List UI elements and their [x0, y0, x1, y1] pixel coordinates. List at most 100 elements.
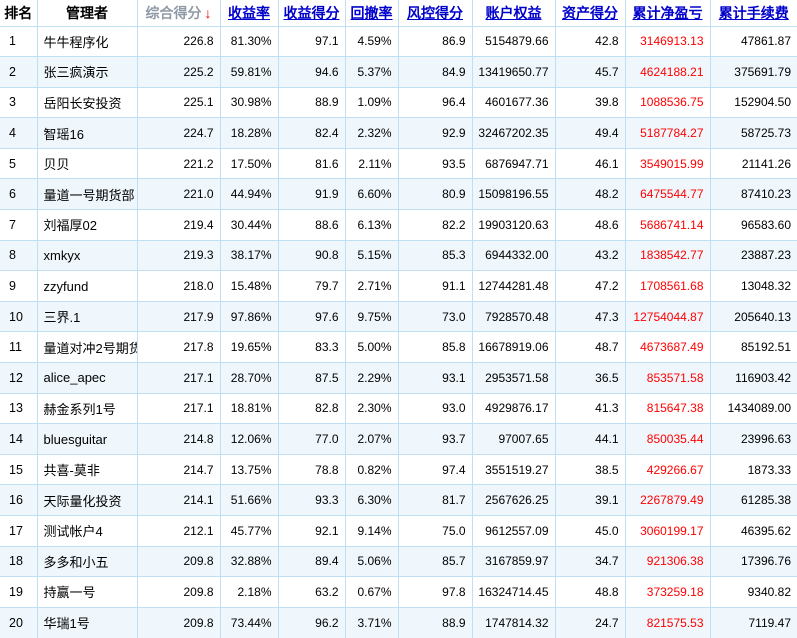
cell-score: 214.8: [137, 424, 220, 455]
table-row: 8xmkyx219.338.17%90.85.15%85.36944332.00…: [0, 240, 797, 271]
sort-descending-icon: ↓: [205, 5, 212, 21]
column-header-label: 综合得分: [146, 5, 202, 21]
cell-drawdown_rate: 6.13%: [345, 210, 398, 241]
cell-equity: 12744281.48: [472, 271, 555, 302]
cell-score: 226.8: [137, 26, 220, 57]
cell-return_score: 82.4: [278, 118, 345, 149]
cell-risk_score: 97.4: [398, 454, 472, 485]
cell-equity: 19903120.63: [472, 210, 555, 241]
cell-net_pnl: 4624188.21: [625, 57, 710, 88]
cell-risk_score: 91.1: [398, 271, 472, 302]
cell-risk_score: 97.8: [398, 577, 472, 608]
column-header-net_pnl[interactable]: 累计净盈亏: [625, 0, 710, 26]
cell-return_score: 77.0: [278, 424, 345, 455]
cell-manager: 测试帐户4: [37, 516, 137, 547]
cell-return_score: 78.8: [278, 454, 345, 485]
column-header-score[interactable]: 综合得分↓: [137, 0, 220, 26]
cell-risk_score: 85.3: [398, 240, 472, 271]
cell-asset_score: 45.7: [555, 57, 625, 88]
column-header-label: 回撤率: [351, 5, 393, 21]
column-header-rank: 排名: [0, 0, 37, 26]
cell-return_score: 87.5: [278, 363, 345, 394]
cell-net_pnl: 5686741.14: [625, 210, 710, 241]
cell-net_pnl: 12754044.87: [625, 301, 710, 332]
column-header-return_rate[interactable]: 收益率: [220, 0, 278, 26]
cell-rank: 5: [0, 148, 37, 179]
cell-fees: 375691.79: [710, 57, 797, 88]
cell-risk_score: 84.9: [398, 57, 472, 88]
cell-risk_score: 81.7: [398, 485, 472, 516]
column-header-label: 累计净盈亏: [633, 5, 703, 21]
column-header-label: 收益率: [228, 5, 270, 21]
cell-net_pnl: 815647.38: [625, 393, 710, 424]
table-row: 4智瑶16224.718.28%82.42.32%92.932467202.35…: [0, 118, 797, 149]
cell-asset_score: 47.3: [555, 301, 625, 332]
cell-rank: 8: [0, 240, 37, 271]
cell-asset_score: 44.1: [555, 424, 625, 455]
cell-return_rate: 28.70%: [220, 363, 278, 394]
cell-score: 214.1: [137, 485, 220, 516]
cell-score: 217.1: [137, 393, 220, 424]
cell-risk_score: 96.4: [398, 87, 472, 118]
cell-equity: 6944332.00: [472, 240, 555, 271]
cell-rank: 17: [0, 516, 37, 547]
cell-manager: 量道对冲2号期货: [37, 332, 137, 363]
cell-return_rate: 18.81%: [220, 393, 278, 424]
column-header-risk_score[interactable]: 风控得分: [398, 0, 472, 26]
cell-risk_score: 93.5: [398, 148, 472, 179]
cell-fees: 46395.62: [710, 516, 797, 547]
table-row: 5贝贝221.217.50%81.62.11%93.56876947.7146.…: [0, 148, 797, 179]
cell-fees: 205640.13: [710, 301, 797, 332]
cell-score: 225.1: [137, 87, 220, 118]
cell-fees: 17396.76: [710, 546, 797, 577]
cell-asset_score: 39.1: [555, 485, 625, 516]
column-header-label: 累计手续费: [719, 5, 789, 21]
cell-return_rate: 44.94%: [220, 179, 278, 210]
cell-net_pnl: 850035.44: [625, 424, 710, 455]
cell-fees: 1434089.00: [710, 393, 797, 424]
column-header-drawdown_rate[interactable]: 回撤率: [345, 0, 398, 26]
cell-drawdown_rate: 0.82%: [345, 454, 398, 485]
cell-equity: 5154879.66: [472, 26, 555, 57]
cell-manager: 天际量化投资: [37, 485, 137, 516]
cell-risk_score: 86.9: [398, 26, 472, 57]
cell-rank: 1: [0, 26, 37, 57]
table-row: 10三界.1217.997.86%97.69.75%73.07928570.48…: [0, 301, 797, 332]
cell-drawdown_rate: 9.75%: [345, 301, 398, 332]
cell-manager: 华瑞1号: [37, 607, 137, 638]
cell-score: 219.4: [137, 210, 220, 241]
cell-net_pnl: 3060199.17: [625, 516, 710, 547]
cell-return_rate: 19.65%: [220, 332, 278, 363]
cell-asset_score: 49.4: [555, 118, 625, 149]
column-header-fees[interactable]: 累计手续费: [710, 0, 797, 26]
cell-return_score: 88.9: [278, 87, 345, 118]
cell-return_rate: 38.17%: [220, 240, 278, 271]
column-header-label: 风控得分: [407, 5, 463, 21]
cell-fees: 23887.23: [710, 240, 797, 271]
cell-net_pnl: 373259.18: [625, 577, 710, 608]
cell-risk_score: 93.7: [398, 424, 472, 455]
cell-score: 221.0: [137, 179, 220, 210]
cell-return_score: 83.3: [278, 332, 345, 363]
cell-rank: 10: [0, 301, 37, 332]
cell-score: 225.2: [137, 57, 220, 88]
cell-manager: 共喜-莫非: [37, 454, 137, 485]
cell-equity: 9612557.09: [472, 516, 555, 547]
cell-fees: 61285.38: [710, 485, 797, 516]
cell-risk_score: 85.7: [398, 546, 472, 577]
cell-equity: 6876947.71: [472, 148, 555, 179]
cell-risk_score: 85.8: [398, 332, 472, 363]
cell-asset_score: 24.7: [555, 607, 625, 638]
cell-return_score: 90.8: [278, 240, 345, 271]
cell-rank: 6: [0, 179, 37, 210]
column-header-return_score[interactable]: 收益得分: [278, 0, 345, 26]
cell-rank: 18: [0, 546, 37, 577]
column-header-equity[interactable]: 账户权益: [472, 0, 555, 26]
cell-fees: 7119.47: [710, 607, 797, 638]
cell-asset_score: 42.8: [555, 26, 625, 57]
cell-return_score: 81.6: [278, 148, 345, 179]
table-row: 18多多和小五209.832.88%89.45.06%85.73167859.9…: [0, 546, 797, 577]
cell-fees: 96583.60: [710, 210, 797, 241]
column-header-asset_score[interactable]: 资产得分: [555, 0, 625, 26]
table-header: 排名管理者综合得分↓收益率收益得分回撤率风控得分账户权益资产得分累计净盈亏累计手…: [0, 0, 797, 26]
